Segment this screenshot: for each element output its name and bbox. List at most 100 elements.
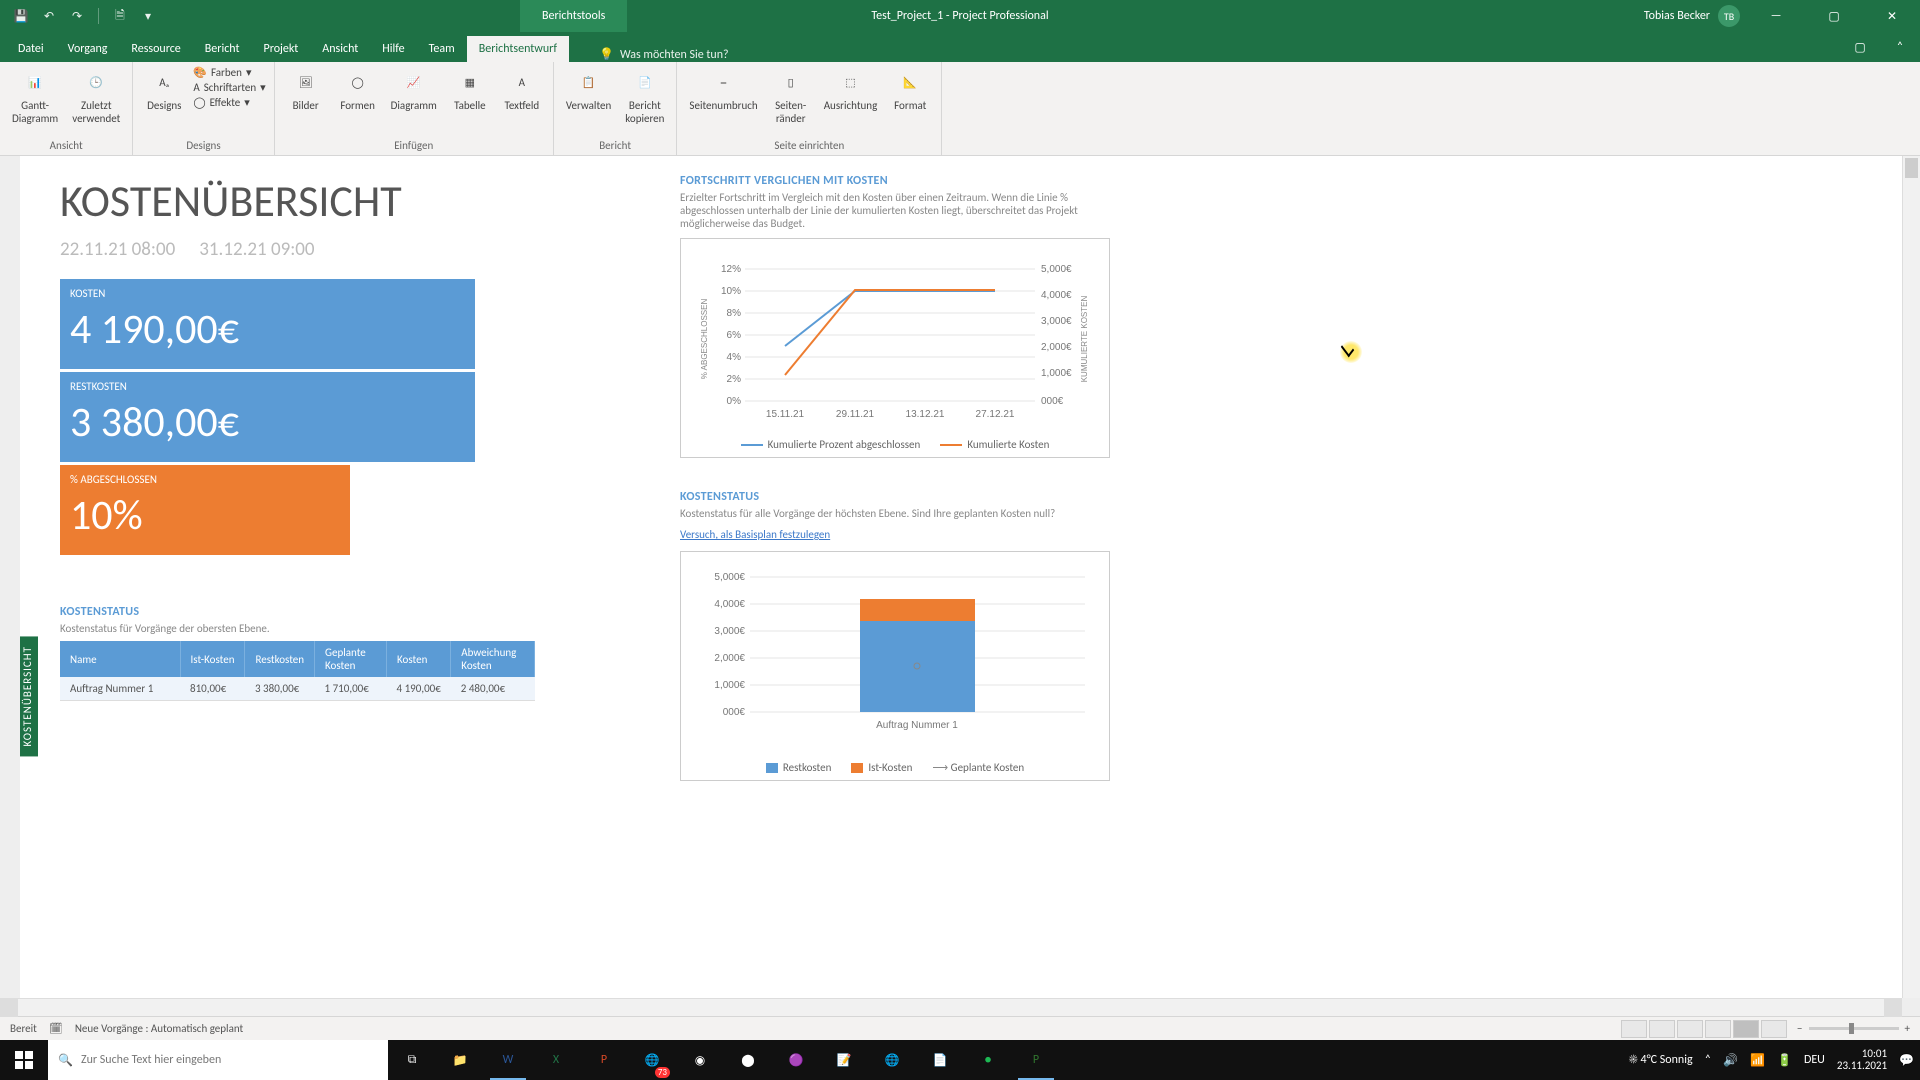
tab-team[interactable]: Team [417, 36, 467, 62]
volume-icon[interactable]: 🔊 [1723, 1053, 1738, 1068]
baseline-link[interactable]: Versuch, als Basisplan festzulegen [680, 528, 830, 541]
chrome-icon[interactable]: ◉ [676, 1040, 724, 1080]
images-button[interactable]: 🖼Bilder [283, 66, 329, 115]
notifications-icon[interactable]: 💬 [1899, 1053, 1914, 1068]
tab-bericht[interactable]: Bericht [193, 36, 252, 62]
group-einfuegen: 🖼Bilder ◯Formen 📈Diagramm ▦Tabelle AText… [275, 62, 554, 155]
vertical-scrollbar[interactable] [1902, 156, 1920, 998]
textbox-button[interactable]: ATextfeld [499, 66, 545, 115]
tile-restkosten[interactable]: RESTKOSTEN 3 380,00€ [60, 372, 475, 462]
obs-icon[interactable]: ⬤ [724, 1040, 772, 1080]
redo-icon[interactable]: ↷ [66, 5, 88, 27]
tab-berichtsentwurf[interactable]: Berichtsentwurf [467, 36, 569, 62]
excel-icon[interactable]: X [532, 1040, 580, 1080]
colors-button[interactable]: 🎨Farben ▾ [193, 66, 265, 79]
svg-text:2,000€: 2,000€ [1041, 342, 1072, 353]
start-button[interactable] [0, 1040, 48, 1080]
spotify-icon[interactable]: ● [964, 1040, 1012, 1080]
designs-button[interactable]: AₐDesigns [141, 66, 187, 115]
chart-legend: Kumulierte Prozent abgeschlossen Kumulie… [695, 438, 1095, 451]
table-button[interactable]: ▦Tabelle [447, 66, 493, 115]
minimize-button[interactable]: — [1754, 0, 1798, 32]
tab-file[interactable]: Datei [6, 36, 56, 62]
word-icon[interactable]: W [484, 1040, 532, 1080]
app-icon-1[interactable]: 🟣 [772, 1040, 820, 1080]
view-3[interactable] [1677, 1020, 1703, 1038]
zoom-in-icon[interactable]: + [1905, 1022, 1910, 1035]
battery-icon[interactable]: 🔋 [1777, 1053, 1792, 1068]
view-2[interactable] [1649, 1020, 1675, 1038]
scroll-thumb[interactable] [1905, 158, 1918, 178]
edge-legacy-icon[interactable]: 🌐73 [628, 1040, 676, 1080]
tile-kosten[interactable]: KOSTEN 4 190,00€ [60, 279, 475, 369]
scroll-left-icon[interactable] [0, 999, 18, 1017]
report-dates: 22.11.21 08:00 31.12.21 09:00 [60, 238, 620, 261]
scroll-right-icon[interactable] [1884, 999, 1902, 1017]
doc-icon[interactable]: 🗎 [109, 5, 131, 27]
side-tab[interactable]: KOSTENÜBERSICHT [20, 636, 38, 756]
horizontal-scrollbar[interactable] [0, 998, 1902, 1016]
collapse-ribbon-icon[interactable]: ˄ [1880, 32, 1920, 62]
undo-icon[interactable]: ↶ [38, 5, 60, 27]
svg-text:5,000€: 5,000€ [714, 572, 745, 583]
explorer-icon[interactable]: 📁 [436, 1040, 484, 1080]
gantt-button[interactable]: 📊Gantt- Diagramm [8, 66, 62, 127]
shapes-button[interactable]: ◯Formen [335, 66, 381, 115]
view-4[interactable] [1705, 1020, 1731, 1038]
clock[interactable]: 10:01 23.11.2021 [1837, 1048, 1887, 1072]
window-title: Test_Project_1 - Project Professional [871, 9, 1048, 23]
view-1[interactable] [1621, 1020, 1647, 1038]
progress-chart[interactable]: 12%10%8% 6%4%2% 0% 5,000€4,000€3,000€ 2,… [680, 238, 1110, 458]
svg-text:27.12.21: 27.12.21 [976, 409, 1015, 420]
qat-customize-icon[interactable]: ▾ [137, 5, 159, 27]
table-row[interactable]: Auftrag Nummer 1 810,00€ 3 380,00€ 1 710… [60, 677, 535, 701]
section-sub: Kostenstatus für Vorgänge der obersten E… [60, 622, 620, 635]
notepad-icon[interactable]: 📄 [916, 1040, 964, 1080]
wifi-icon[interactable]: 📶 [1750, 1053, 1765, 1068]
app-icon-2[interactable]: 📝 [820, 1040, 868, 1080]
zoom-out-icon[interactable]: − [1797, 1022, 1802, 1035]
tray-chevron-icon[interactable]: ˄ [1705, 1053, 1711, 1067]
recent-button[interactable]: 🕒Zuletzt verwendet [68, 66, 124, 127]
edge-icon[interactable]: 🌐 [868, 1040, 916, 1080]
svg-text:Auftrag Nummer 1: Auftrag Nummer 1 [876, 720, 958, 731]
taskbar-search[interactable]: 🔍 Zur Suche Text hier eingeben [48, 1040, 388, 1080]
copy-report-button[interactable]: 📄Bericht kopieren [621, 66, 668, 127]
project-icon[interactable]: P [1012, 1040, 1060, 1080]
tab-hilfe[interactable]: Hilfe [370, 36, 416, 62]
maximize-button[interactable]: ▢ [1812, 0, 1856, 32]
report-page[interactable]: KOSTENÜBERSICHT KOSTENÜBERSICHT 22.11.21… [20, 156, 1902, 998]
ribbon-display-options-icon[interactable]: ▢ [1840, 32, 1880, 62]
chart-button[interactable]: 📈Diagramm [387, 66, 441, 115]
margins-button[interactable]: ▯Seiten- ränder [768, 66, 814, 127]
chart-legend: Restkosten Ist-Kosten ⟶ Geplante Kosten [695, 761, 1095, 774]
view-6[interactable] [1761, 1020, 1787, 1038]
tell-me-search[interactable]: 💡 Was möchten Sie tun? [599, 47, 729, 62]
zoom-knob[interactable] [1849, 1023, 1854, 1034]
manage-button[interactable]: 📋Verwalten [562, 66, 615, 115]
fonts-button[interactable]: ASchriftarten ▾ [193, 81, 265, 94]
close-button[interactable]: ✕ [1870, 0, 1914, 32]
tile-pct[interactable]: % ABGESCHLOSSEN 10% [60, 465, 350, 555]
group-bericht: 📋Verwalten 📄Bericht kopieren Bericht [554, 62, 678, 155]
tab-vorgang[interactable]: Vorgang [56, 36, 120, 62]
pagebreak-button[interactable]: ⎯Seitenumbruch [685, 66, 761, 115]
tell-me-placeholder: Was möchten Sie tun? [620, 48, 729, 62]
taskview-icon[interactable]: ⧉ [388, 1040, 436, 1080]
zoom-slider[interactable]: − + [1797, 1022, 1910, 1035]
tab-ansicht[interactable]: Ansicht [310, 36, 370, 62]
orientation-button[interactable]: ⬚Ausrichtung [820, 66, 882, 115]
cost-status-table[interactable]: Name Ist-Kosten Restkosten Geplante Kost… [60, 641, 535, 701]
language-indicator[interactable]: DEU [1804, 1053, 1825, 1067]
group-seite: ⎯Seitenumbruch ▯Seiten- ränder ⬚Ausricht… [677, 62, 942, 155]
size-button[interactable]: 📐Format [887, 66, 933, 115]
cost-status-chart[interactable]: 5,000€4,000€3,000€ 2,000€1,000€000€ Auft… [680, 551, 1110, 781]
save-icon[interactable]: 💾 [10, 5, 32, 27]
weather-widget[interactable]: ☀ 4°C Sonnig [1629, 1053, 1693, 1067]
effects-button[interactable]: ◯Effekte ▾ [193, 96, 265, 109]
view-5[interactable] [1733, 1020, 1759, 1038]
powerpoint-icon[interactable]: P [580, 1040, 628, 1080]
tab-projekt[interactable]: Projekt [252, 36, 311, 62]
tab-ressource[interactable]: Ressource [119, 36, 192, 62]
user-account[interactable]: Tobias Becker TB [1644, 5, 1740, 27]
